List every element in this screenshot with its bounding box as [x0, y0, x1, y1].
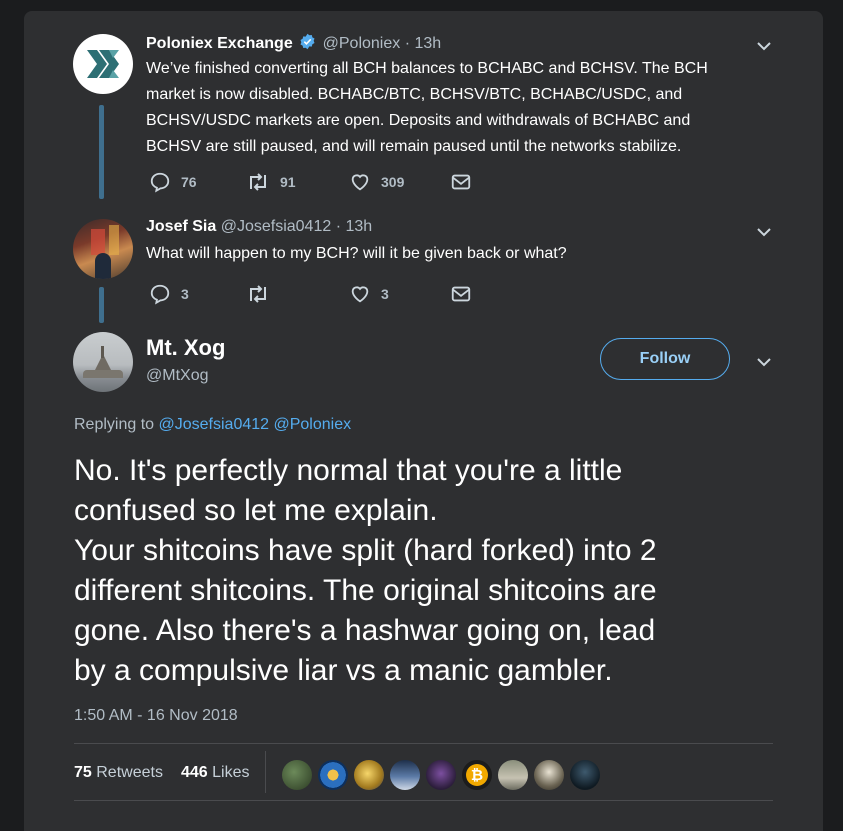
envelope-icon: [451, 174, 471, 190]
retweet-count: 91: [280, 174, 296, 190]
retweet-button[interactable]: [246, 283, 280, 305]
bitcoin-icon[interactable]: ₿: [462, 760, 492, 790]
liker-avatar[interactable]: [534, 760, 564, 790]
retweet-stat[interactable]: 75 Retweets: [74, 764, 163, 782]
heart-icon: [351, 174, 369, 191]
author-name[interactable]: Poloniex Exchange: [146, 35, 293, 52]
tweet-card: Poloniex Exchange @Poloniex · 13h We’ve …: [24, 11, 823, 831]
josef-sia-avatar[interactable]: [73, 219, 133, 279]
tweet-time[interactable]: · 13h: [405, 35, 441, 52]
dm-button[interactable]: [450, 171, 482, 193]
tweet-text-line: gone. Also there's a hashwar going on, l…: [74, 614, 656, 647]
replying-to: Replying to @Josefsia0412 @Poloniex: [74, 416, 351, 434]
liker-avatar[interactable]: [498, 760, 528, 790]
tweet-text-line: What will happen to my BCH? will it be g…: [146, 245, 567, 262]
liker-avatar[interactable]: [426, 760, 456, 790]
like-count: 309: [381, 174, 405, 190]
verified-badge-icon: [299, 33, 316, 55]
author-handle[interactable]: @Josefsia0412: [221, 218, 332, 235]
main-author-handle[interactable]: @MtXog: [146, 367, 208, 385]
thread-line: [99, 105, 104, 199]
main-tweet-text: No. It's perfectly normal that you're a …: [74, 451, 657, 691]
divider: [74, 743, 773, 744]
liker-avatar[interactable]: [318, 760, 348, 790]
envelope-icon: [451, 286, 471, 302]
chevron-down-icon[interactable]: [754, 36, 774, 56]
tweet-text-line: different shitcoins. The original shitco…: [74, 574, 657, 607]
heart-icon: [351, 286, 369, 303]
like-button[interactable]: 3: [349, 283, 389, 305]
tweet-timestamp[interactable]: 1:50 AM - 16 Nov 2018: [74, 707, 238, 725]
liker-avatar[interactable]: [354, 760, 384, 790]
reply-icon: [150, 284, 170, 305]
chevron-down-icon[interactable]: [754, 352, 774, 372]
reply-mention-link[interactable]: @Josefsia0412: [159, 416, 270, 433]
liker-avatar[interactable]: [282, 760, 312, 790]
like-count: 3: [381, 286, 389, 302]
tweet-text: What will happen to my BCH? will it be g…: [146, 241, 567, 267]
like-stat-label: Likes: [212, 764, 250, 781]
tweet-text-line: confused so let me explain.: [74, 494, 438, 527]
reply-icon: [150, 172, 170, 193]
tweet-header: Poloniex Exchange @Poloniex · 13h: [146, 33, 441, 55]
chevron-down-icon[interactable]: [754, 222, 774, 242]
reply-button[interactable]: 3: [149, 283, 189, 305]
liker-avatar[interactable]: [570, 760, 600, 790]
retweet-stat-label: Retweets: [96, 764, 163, 781]
reply-count: 3: [181, 286, 189, 302]
author-handle[interactable]: @Poloniex: [323, 35, 401, 52]
dm-button[interactable]: [450, 283, 482, 305]
retweet-icon: [250, 285, 266, 303]
thread-line: [99, 287, 104, 323]
reply-button[interactable]: 76: [149, 171, 197, 193]
tweet-text-line: Your shitcoins have split (hard forked) …: [74, 534, 657, 567]
follow-button[interactable]: Follow: [600, 338, 730, 380]
stats-separator: [265, 751, 266, 793]
tweet-header: Josef Sia @Josefsia0412 · 13h: [146, 218, 372, 236]
divider: [74, 800, 773, 801]
reply-mention-link[interactable]: @Poloniex: [273, 416, 351, 433]
retweet-icon: [250, 173, 266, 191]
tweet-text-line: BCHSV are still paused, and will remain …: [146, 138, 682, 155]
mtxog-avatar[interactable]: [73, 332, 133, 392]
like-stat-count: 446: [181, 764, 208, 781]
main-author-name[interactable]: Mt. Xog: [146, 335, 225, 361]
poloniex-avatar[interactable]: [73, 34, 133, 94]
tweet-text: We’ve finished converting all BCH balanc…: [146, 56, 708, 160]
poloniex-logo-icon: [87, 50, 119, 78]
tweet-time[interactable]: · 13h: [336, 218, 372, 235]
like-stat[interactable]: 446 Likes: [181, 764, 250, 782]
tweet-text-line: by a compulsive liar vs a manic gambler.: [74, 654, 613, 687]
tweet-text-line: We’ve finished converting all BCH balanc…: [146, 60, 708, 77]
tweet-text-line: BCHSV/USDC markets are open. Deposits an…: [146, 112, 691, 129]
reply-count: 76: [181, 174, 197, 190]
replying-prefix: Replying to: [74, 416, 155, 433]
author-name[interactable]: Josef Sia: [146, 218, 216, 235]
tweet-text-line: market is now disabled. BCHABC/BTC, BCHS…: [146, 86, 683, 103]
retweet-stat-count: 75: [74, 764, 92, 781]
retweet-button[interactable]: 91: [246, 171, 296, 193]
like-button[interactable]: 309: [349, 171, 404, 193]
liker-avatar[interactable]: [390, 760, 420, 790]
tweet-text-line: No. It's perfectly normal that you're a …: [74, 454, 623, 487]
